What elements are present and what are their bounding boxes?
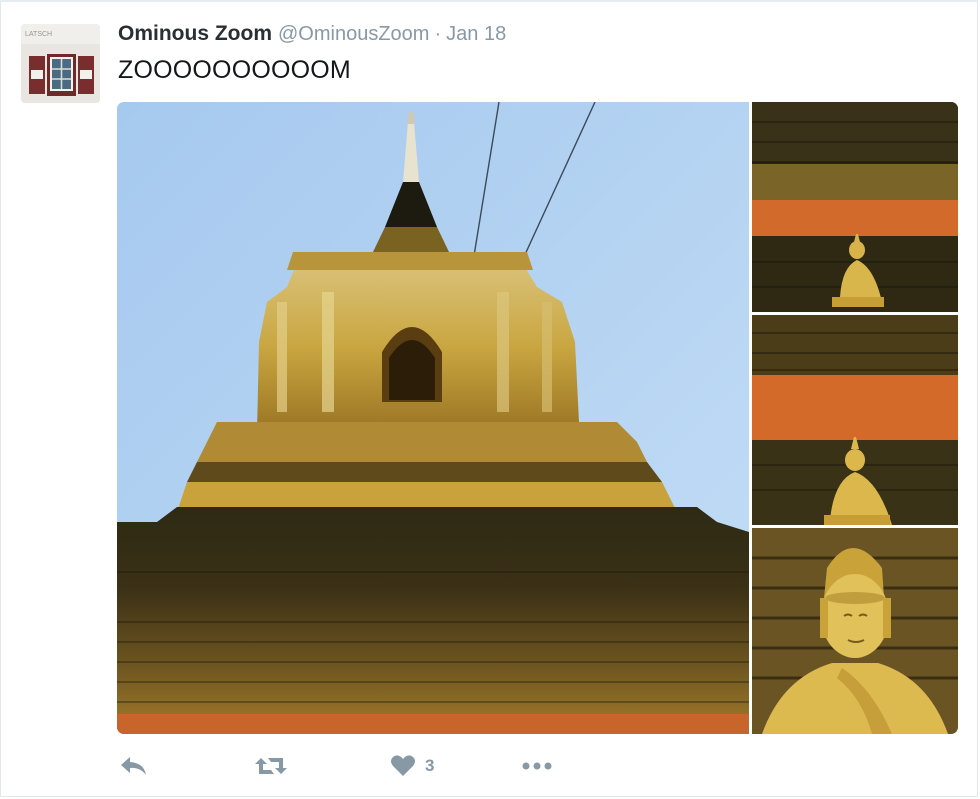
retweet-button[interactable]	[254, 748, 288, 784]
author-handle[interactable]: @OminousZoom	[278, 23, 429, 46]
author-name[interactable]: Ominous Zoom	[118, 22, 272, 46]
buddha-close-photo[interactable]	[752, 528, 958, 734]
reply-icon	[121, 757, 146, 775]
tweet-text: ZOOOOOOOOOOM	[118, 56, 351, 84]
tweet-actions: 3	[118, 748, 618, 788]
avatar[interactable]: LATSCH	[21, 24, 100, 103]
header-separator: ·	[434, 23, 442, 45]
temple-stupa-photo[interactable]	[117, 102, 749, 734]
buddha-mid-photo[interactable]	[752, 315, 958, 525]
heart-icon	[391, 755, 415, 776]
more-button[interactable]	[520, 748, 554, 784]
retweet-icon	[255, 758, 287, 774]
avatar-sign-text: LATSCH	[25, 31, 52, 38]
media-grid	[117, 102, 958, 734]
reply-button[interactable]	[118, 748, 150, 784]
like-count: 3	[425, 756, 435, 775]
more-dots-icon	[522, 762, 552, 770]
tweet-date[interactable]: Jan 18	[446, 23, 506, 46]
tweet-header: Ominous Zoom @OminousZoom · Jan 18	[118, 22, 506, 48]
avatar-window-image: LATSCH	[21, 24, 100, 103]
buddha-far-photo[interactable]	[752, 102, 958, 312]
like-button[interactable]: 3	[390, 748, 434, 784]
